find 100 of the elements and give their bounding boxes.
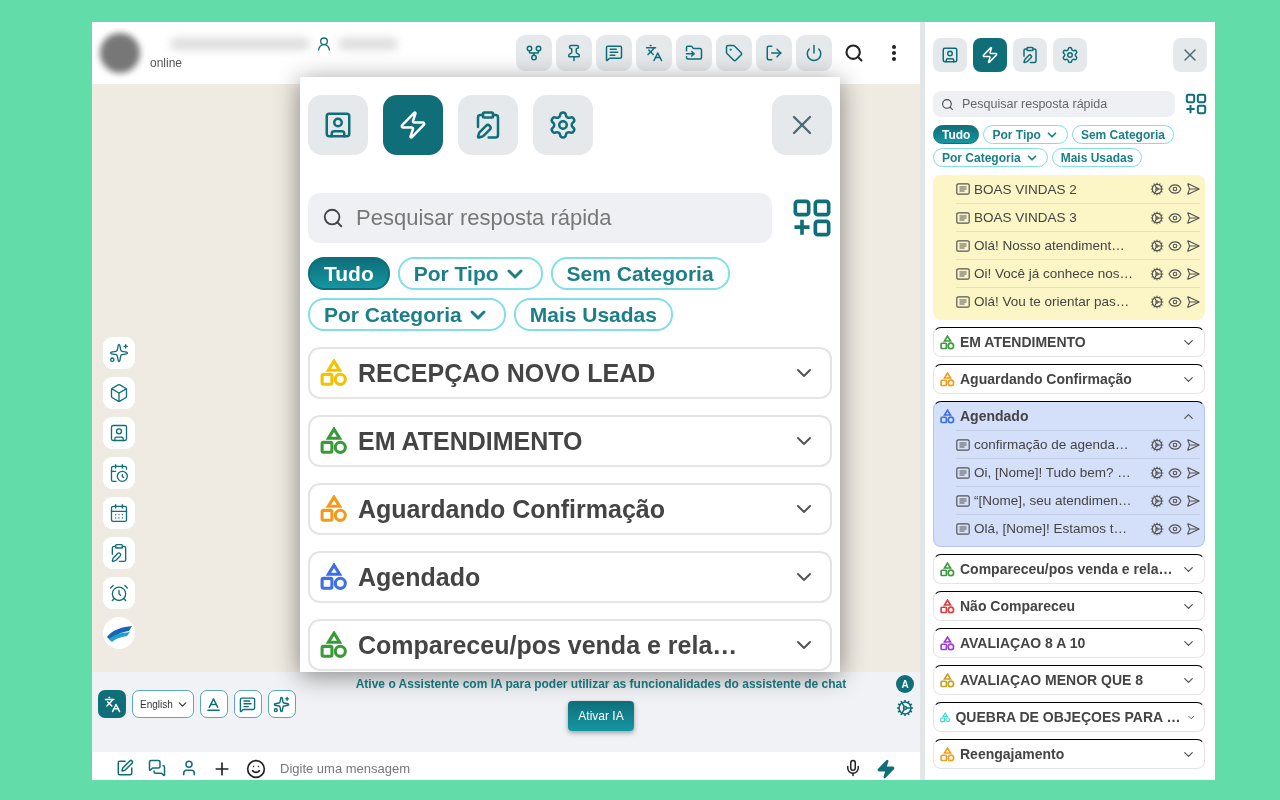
toolbar-button[interactable]	[596, 35, 632, 71]
toolbar-button[interactable]	[556, 35, 592, 71]
toolbar-button[interactable]	[636, 35, 672, 71]
eye-icon[interactable]	[1168, 238, 1182, 253]
category-name[interactable]: QUEBRA DE OBJEÇOES PARA …	[955, 709, 1181, 725]
reply-text[interactable]: Oi! Você já conhece nos…	[974, 266, 1146, 281]
settings-icon[interactable]	[1150, 465, 1164, 480]
sparkles-button[interactable]	[267, 690, 296, 718]
tab[interactable]	[458, 95, 518, 155]
send-icon[interactable]	[1186, 294, 1200, 309]
search-input[interactable]: Pesquisar resposta rápida	[962, 97, 1167, 111]
category-row[interactable]: Agendado	[308, 551, 832, 603]
eye-icon[interactable]	[1168, 437, 1182, 452]
search-field[interactable]: Pesquisar resposta rápida	[933, 91, 1175, 117]
pen-icon[interactable]	[116, 759, 134, 777]
eye-icon[interactable]	[1168, 493, 1182, 508]
settings-icon[interactable]	[1150, 294, 1164, 309]
side-tool-button[interactable]	[103, 537, 135, 569]
filter-chip[interactable]: Por Categoria	[308, 298, 506, 331]
side-tool-button[interactable]	[103, 577, 135, 609]
close-button[interactable]	[1173, 38, 1207, 72]
activate-ai-button[interactable]: Ativar IA	[568, 701, 634, 731]
reply-text[interactable]: Oi, [Nome]! Tudo bem? …	[974, 465, 1146, 480]
category-row[interactable]: RECEPÇAO NOVO LEAD	[308, 347, 832, 399]
language-select[interactable]: English	[132, 690, 194, 718]
eye-icon[interactable]	[1168, 294, 1182, 309]
eye-icon[interactable]	[1168, 182, 1182, 196]
send-icon[interactable]	[1186, 182, 1200, 196]
toolbar-button[interactable]	[756, 35, 792, 71]
send-icon[interactable]	[1186, 465, 1200, 480]
filter-chip[interactable]: Por Tipo	[397, 257, 543, 290]
person-icon[interactable]	[180, 759, 198, 777]
add-grid-icon[interactable]	[792, 198, 832, 238]
chat-bubbles-icon[interactable]	[148, 759, 166, 777]
category-row[interactable]: EM ATENDIMENTO	[308, 415, 832, 467]
send-icon[interactable]	[1186, 266, 1200, 281]
microphone-icon[interactable]	[844, 759, 862, 777]
category-name[interactable]: Aguardando Confirmação	[960, 371, 1176, 387]
category-name[interactable]: AVALIAÇAO 8 A 10	[960, 635, 1176, 651]
settings-icon[interactable]	[1150, 493, 1164, 508]
side-tool-button[interactable]	[103, 497, 135, 529]
tab[interactable]	[383, 95, 443, 155]
category-name[interactable]: Compareceu/pos venda e rela…	[960, 561, 1176, 577]
reply-text[interactable]: BOAS VINDAS 3	[974, 210, 1146, 225]
toolbar-button[interactable]	[516, 35, 552, 71]
settings-icon[interactable]	[1150, 437, 1164, 452]
eye-icon[interactable]	[1168, 266, 1182, 281]
tab[interactable]	[973, 38, 1007, 72]
close-button[interactable]	[772, 95, 832, 155]
send-icon[interactable]	[1186, 238, 1200, 253]
settings-icon[interactable]	[1150, 266, 1164, 281]
text-format-button[interactable]	[199, 690, 228, 718]
category-row[interactable]: Aguardando Confirmação	[308, 483, 832, 535]
tab[interactable]	[308, 95, 368, 155]
send-icon[interactable]	[1186, 493, 1200, 508]
filter-chip[interactable]: Por Tipo	[983, 125, 1068, 144]
side-tool-button[interactable]	[103, 417, 135, 449]
filter-chip[interactable]: Sem Categoria	[550, 257, 730, 290]
send-icon[interactable]	[1186, 210, 1200, 225]
settings-icon[interactable]	[1150, 238, 1164, 253]
send-icon[interactable]	[1186, 521, 1200, 536]
side-tool-button[interactable]	[103, 337, 135, 369]
toolbar-button[interactable]	[796, 35, 832, 71]
side-tool-button[interactable]	[103, 457, 135, 489]
eye-icon[interactable]	[1168, 521, 1182, 536]
sticker-icon[interactable]	[246, 759, 266, 779]
category-name[interactable]: AVALIAÇAO MENOR QUE 8	[960, 672, 1176, 688]
category-name[interactable]: Reengajamento	[960, 746, 1176, 762]
reply-text[interactable]: Olá! Vou te orientar pas…	[974, 294, 1146, 309]
category-row[interactable]: Compareceu/pos venda e rela…	[308, 619, 832, 671]
category-name[interactable]: Não Compareceu	[960, 598, 1176, 614]
message-button[interactable]	[233, 690, 262, 718]
lightning-icon[interactable]	[876, 759, 896, 779]
filter-chip[interactable]: Por Categoria	[933, 148, 1048, 167]
search-input[interactable]: Pesquisar resposta rápida	[356, 205, 758, 231]
settings-icon[interactable]	[1150, 210, 1164, 225]
category-name[interactable]: EM ATENDIMENTO	[960, 334, 1176, 350]
filter-chip[interactable]: Tudo	[308, 257, 390, 290]
add-grid-icon[interactable]	[1185, 93, 1207, 115]
eye-icon[interactable]	[1168, 465, 1182, 480]
reply-text[interactable]: confirmação de agenda…	[974, 437, 1146, 452]
filter-chip[interactable]: Sem Categoria	[1071, 125, 1174, 144]
reply-text[interactable]: Olá! Nosso atendiment…	[974, 238, 1146, 253]
tab[interactable]	[1053, 38, 1087, 72]
toolbar-button[interactable]	[676, 35, 712, 71]
search-field[interactable]: Pesquisar resposta rápida	[308, 193, 772, 243]
category-name[interactable]: Agendado	[960, 408, 1176, 424]
reply-text[interactable]: “[Nome], seu atendimen…	[974, 493, 1146, 508]
message-input[interactable]: Digite uma mensagem	[280, 759, 830, 777]
tab[interactable]	[933, 38, 967, 72]
reply-text[interactable]: Olá, [Nome]! Estamos t…	[974, 521, 1146, 536]
filter-chip[interactable]: Tudo	[933, 125, 980, 144]
tab[interactable]	[1013, 38, 1047, 72]
settings-icon[interactable]	[1150, 521, 1164, 536]
translate-button[interactable]	[98, 690, 126, 718]
filter-chip[interactable]: Mais Usadas	[513, 298, 673, 331]
eye-icon[interactable]	[1168, 210, 1182, 225]
tab[interactable]	[533, 95, 593, 155]
assistant-badge[interactable]: A	[896, 675, 914, 693]
settings-icon[interactable]	[1150, 182, 1164, 196]
